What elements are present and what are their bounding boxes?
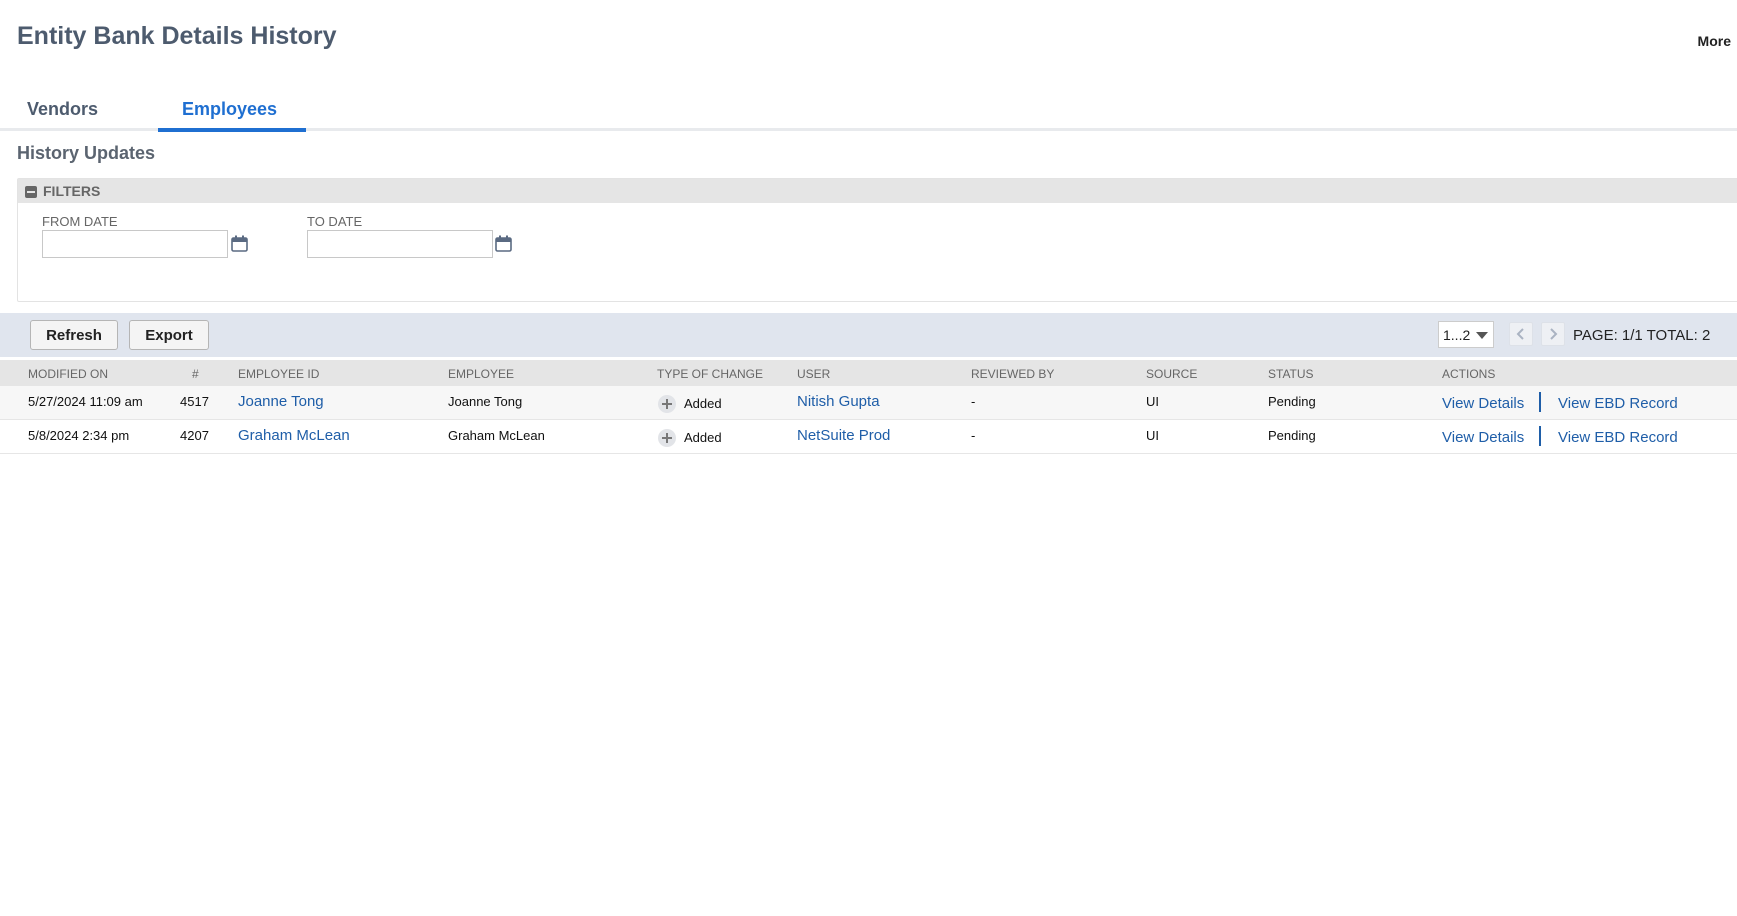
employee-id-link[interactable]: Graham McLean xyxy=(238,427,350,444)
cell-employee: Joanne Tong xyxy=(448,394,523,409)
cell-number: 4207 xyxy=(180,428,209,443)
header-employee[interactable]: EMPLOYEE xyxy=(448,367,514,381)
table-row: 5/27/2024 11:09 am 4517 Joanne Tong Joan… xyxy=(0,386,1737,420)
view-ebd-record-link[interactable]: View EBD Record xyxy=(1558,395,1678,412)
table-row: 5/8/2024 2:34 pm 4207 Graham McLean Grah… xyxy=(0,420,1737,454)
header-modified-on[interactable]: MODIFIED ON xyxy=(28,367,108,381)
cell-modified-on: 5/8/2024 2:34 pm xyxy=(28,428,130,443)
action-separator xyxy=(1539,392,1541,412)
plus-circle-icon xyxy=(658,429,676,447)
header-user[interactable]: USER xyxy=(797,367,830,381)
table-toolbar: Refresh Export 1...2 PAGE: 1/1 TOTAL: 2 xyxy=(0,313,1737,357)
to-date-label: TO DATE xyxy=(307,214,363,229)
page-info: PAGE: 1/1 TOTAL: 2 xyxy=(1573,327,1711,344)
view-details-link[interactable]: View Details xyxy=(1442,429,1524,446)
calendar-icon[interactable] xyxy=(495,235,512,252)
more-menu[interactable]: More xyxy=(1698,33,1731,49)
employee-id-link[interactable]: Joanne Tong xyxy=(238,393,324,410)
export-button[interactable]: Export xyxy=(129,320,209,350)
header-source[interactable]: SOURCE xyxy=(1146,367,1197,381)
cell-type-of-change: Added xyxy=(684,396,722,411)
pager-select-value: 1...2 xyxy=(1443,327,1471,343)
header-employee-id[interactable]: EMPLOYEE ID xyxy=(238,367,319,381)
cell-employee: Graham McLean xyxy=(448,428,545,443)
page-title: Entity Bank Details History xyxy=(17,22,337,50)
plus-circle-icon xyxy=(658,395,676,413)
cell-type-of-change: Added xyxy=(684,430,722,445)
prev-page-button[interactable] xyxy=(1509,322,1533,346)
cell-status: Pending xyxy=(1268,394,1316,409)
user-link[interactable]: Nitish Gupta xyxy=(797,393,880,410)
from-date-label: FROM DATE xyxy=(42,214,118,229)
action-separator xyxy=(1539,426,1541,446)
chevron-left-icon xyxy=(1516,328,1524,340)
filters-label: FILTERS xyxy=(43,183,101,199)
caret-down-icon xyxy=(1476,332,1488,339)
from-date-input[interactable] xyxy=(42,230,228,258)
view-details-link[interactable]: View Details xyxy=(1442,395,1524,412)
tab-employees[interactable]: Employees xyxy=(158,99,306,132)
collapse-minus-icon[interactable] xyxy=(25,186,37,198)
cell-source: UI xyxy=(1146,394,1159,409)
section-title: History Updates xyxy=(17,143,156,163)
cell-modified-on: 5/27/2024 11:09 am xyxy=(28,394,143,409)
calendar-icon[interactable] xyxy=(231,235,248,252)
tab-vendors[interactable]: Vendors xyxy=(27,99,98,128)
header-status[interactable]: STATUS xyxy=(1268,367,1314,381)
cell-status: Pending xyxy=(1268,428,1316,443)
cell-reviewed-by: - xyxy=(971,394,976,409)
tab-employees-label: Employees xyxy=(182,99,278,119)
tab-bar: Vendors Employees xyxy=(0,90,1737,132)
header-actions: ACTIONS xyxy=(1442,367,1496,381)
header-type-of-change[interactable]: TYPE OF CHANGE xyxy=(657,367,763,381)
chevron-right-icon xyxy=(1550,328,1558,340)
cell-reviewed-by: - xyxy=(971,428,976,443)
tab-active-underline xyxy=(158,128,306,132)
next-page-button[interactable] xyxy=(1541,322,1565,346)
cell-source: UI xyxy=(1146,428,1159,443)
to-date-input[interactable] xyxy=(307,230,493,258)
user-link[interactable]: NetSuite Prod xyxy=(797,427,890,444)
header-reviewed-by[interactable]: REVIEWED BY xyxy=(971,367,1054,381)
history-table: MODIFIED ON # EMPLOYEE ID EMPLOYEE TYPE … xyxy=(0,360,1737,454)
view-ebd-record-link[interactable]: View EBD Record xyxy=(1558,429,1678,446)
refresh-button[interactable]: Refresh xyxy=(30,320,118,350)
table-header-row: MODIFIED ON # EMPLOYEE ID EMPLOYEE TYPE … xyxy=(0,360,1737,386)
pager-select[interactable]: 1...2 xyxy=(1438,321,1494,348)
header-number[interactable]: # xyxy=(192,367,199,381)
cell-number: 4517 xyxy=(180,394,209,409)
filters-panel: FILTERS FROM DATE TO DATE xyxy=(17,178,1737,302)
filters-header[interactable]: FILTERS xyxy=(18,179,1737,203)
